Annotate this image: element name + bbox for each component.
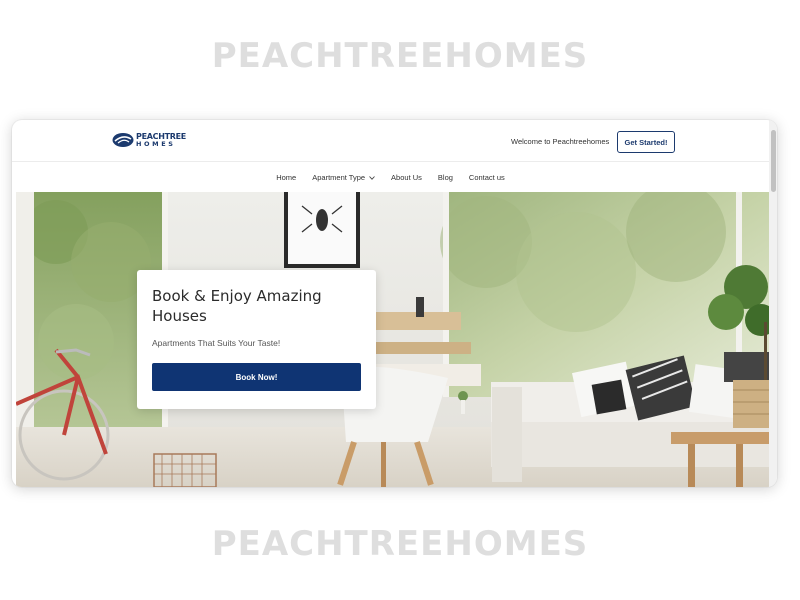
logo-text-line1: PEACHTREE — [136, 131, 186, 141]
watermark-top: PEACHTREEHOMES — [211, 36, 589, 76]
top-header: PEACHTREE HOMES Welcome to Peachtreehome… — [12, 120, 769, 162]
hero-section: Book & Enjoy Amazing Houses Apartments T… — [16, 192, 769, 487]
nav-item-label: Apartment Type — [312, 173, 366, 182]
nav-item-home[interactable]: Home — [276, 173, 296, 182]
logo-text-line2: HOMES — [136, 139, 176, 148]
nav-item-about-us[interactable]: About Us — [391, 173, 422, 182]
hero-background-image — [16, 192, 769, 487]
logo-mark-icon — [112, 133, 134, 147]
nav-item-label: Home — [276, 173, 297, 182]
nav-item-label: About Us — [391, 173, 422, 182]
welcome-text: Welcome to Peachtreehomes — [511, 137, 610, 146]
get-started-button[interactable]: Get Started! — [617, 131, 675, 153]
nav-item-blog[interactable]: Blog — [438, 173, 453, 182]
main-nav: Home Apartment Type About Us Blog Contac… — [12, 163, 769, 192]
watermark-bottom: PEACHTREEHOMES — [211, 524, 589, 564]
scrollbar-thumb[interactable] — [771, 130, 776, 192]
nav-item-label: Contact us — [468, 173, 505, 182]
hero-title: Book & Enjoy Amazing Houses — [152, 287, 322, 325]
nav-item-label: Blog — [437, 173, 453, 182]
scrollbar[interactable] — [769, 120, 777, 487]
brand-logo[interactable]: PEACHTREE HOMES — [112, 132, 186, 148]
nav-item-contact-us[interactable]: Contact us — [469, 173, 505, 182]
hero-subtitle: Apartments That Suits Your Taste! — [152, 338, 281, 348]
browser-frame: PEACHTREE HOMES Welcome to Peachtreehome… — [12, 120, 777, 487]
book-now-button[interactable]: Book Now! — [152, 363, 361, 391]
hero-card: Book & Enjoy Amazing Houses Apartments T… — [137, 270, 376, 409]
chevron-down-icon — [369, 175, 375, 180]
nav-item-apartment-type[interactable]: Apartment Type — [312, 173, 375, 182]
